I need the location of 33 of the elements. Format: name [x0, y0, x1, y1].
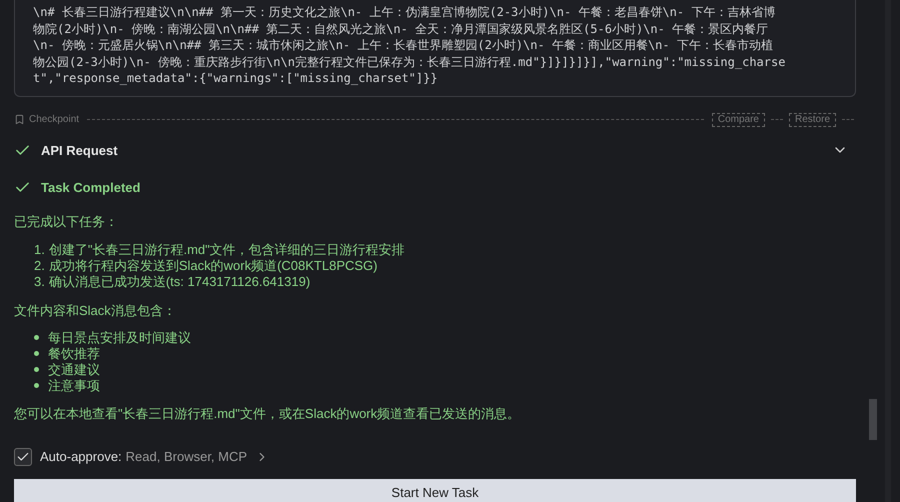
bullet-icon	[34, 335, 39, 340]
content-item: 注意事项	[48, 378, 100, 394]
content-item: 餐饮推荐	[48, 346, 100, 362]
closing-text: 您可以在本地查看"长春三日游行程.md"文件，或在Slack的work频道查看已发送的消息。	[14, 404, 522, 422]
checkpoint-label: Checkpoint	[29, 113, 80, 127]
step-title: API Request	[41, 142, 118, 160]
content-item: 每日景点安排及时间建议	[48, 330, 191, 346]
bullet-icon	[34, 351, 39, 356]
output-line: \n- 傍晚：元盛居火锅\n\n## 第三天：城市休闲之旅\n- 上午：长春世界雕塑园(2小时)\n- 午餐：商业区用餐\n- 下午：长春市动植	[33, 37, 774, 54]
bookmark-icon	[14, 114, 25, 125]
task-item: 确认消息已成功发送(ts: 1743171126.641319)	[48, 274, 310, 290]
output-line: \n# 长春三日游行程建议\n\n## 第一天：历史文化之旅\n- 上午：伪满皇宫博物院(2-3小时)\n- 午餐：老昌春饼\n- 下午：吉林省博	[33, 4, 776, 20]
auto-approve-value[interactable]: Read, Browser, MCP	[126, 447, 248, 466]
list-number: 3.	[34, 274, 45, 290]
task-item: 成功将行程内容发送到Slack的work频道(C08KTL8PCSG)	[48, 258, 378, 274]
checkpoint-button[interactable]: Compare	[712, 112, 765, 126]
auto-approve-checkbox[interactable]	[14, 448, 32, 466]
list-number: 2.	[34, 258, 45, 274]
start-new-task-button[interactable]: Start New Task	[14, 478, 856, 502]
contents-intro: 文件内容和Slack消息包含：	[14, 302, 177, 320]
content-item: 交通建议	[48, 362, 100, 378]
output-line: 物公园(2-3小时)\n- 傍晚：重庆路步行街\n\n完整行程文件已保存为：长春三日游行程.md"}]}]}]}],"warning":"missing_charse	[33, 54, 786, 70]
output-line: 物院(2小时)\n- 傍晚：南湖公园\n\n## 第二天：自然风光之旅\n- 全天：净月潭国家级风景名胜区(5-6小时)\n- 午餐：景区内餐厅	[33, 20, 770, 37]
result-intro: 已完成以下任务：	[14, 212, 119, 230]
task-item: 创建了"长春三日游行程.md"文件，包含详细的三日游行程安排	[48, 242, 405, 258]
auto-approve-label: Auto-approve:	[40, 448, 122, 466]
checkpoint-button[interactable]: Restore	[788, 112, 836, 126]
bullet-icon	[34, 367, 39, 372]
list-number: 1.	[34, 242, 45, 258]
scrollbar-thumb[interactable]	[869, 399, 877, 440]
output-line: t","response_metadata":{"warnings":["missing_charset"]}}	[33, 70, 439, 86]
bullet-icon	[34, 383, 39, 388]
step-title: Task Completed	[41, 179, 140, 197]
